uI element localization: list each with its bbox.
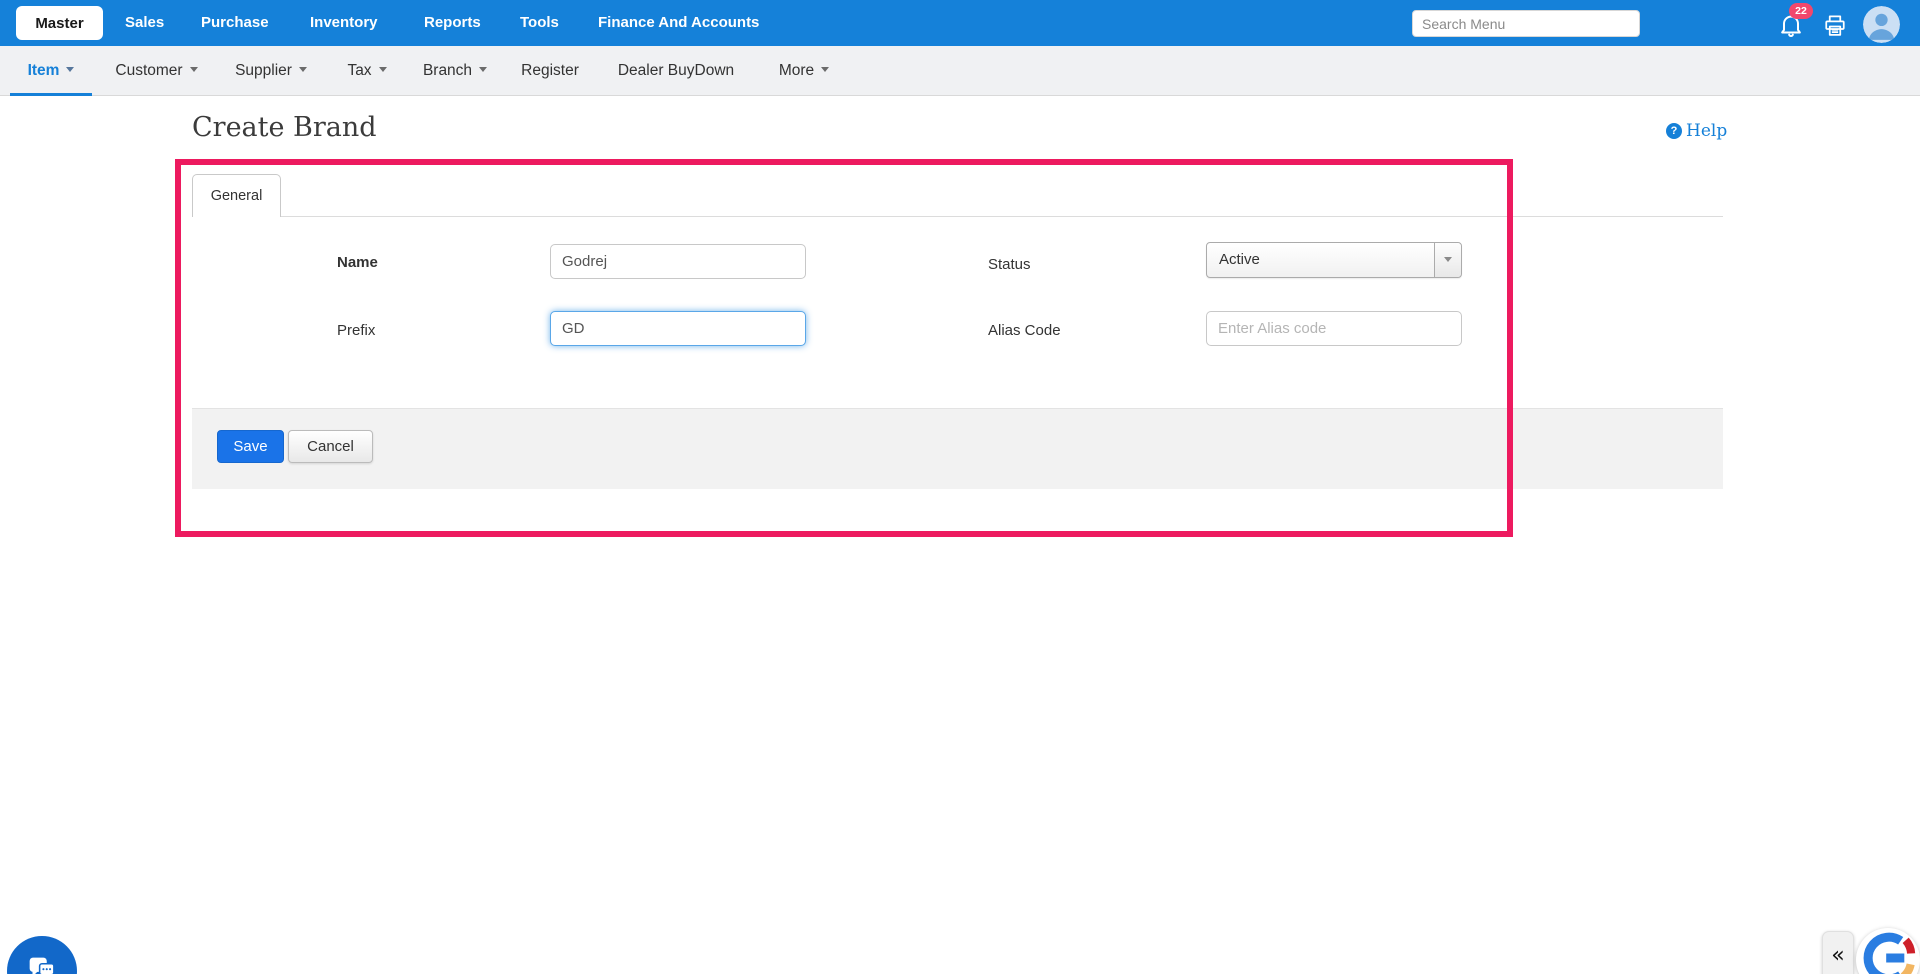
prefix-label: Prefix xyxy=(337,322,376,339)
chevron-down-icon xyxy=(66,67,75,73)
topnav-item-finance-and-accounts[interactable]: Finance And Accounts xyxy=(598,0,759,46)
tab-general[interactable]: General xyxy=(192,174,281,217)
topnav-item-purchase[interactable]: Purchase xyxy=(201,0,269,46)
tab-strip-divider xyxy=(192,216,1723,217)
question-circle-icon: ? xyxy=(1666,123,1682,139)
user-avatar[interactable] xyxy=(1863,6,1900,43)
cancel-button[interactable]: Cancel xyxy=(288,430,373,463)
save-button[interactable]: Save xyxy=(217,430,284,463)
subnav-item-dealer-buydown[interactable]: Dealer BuyDown xyxy=(608,46,744,96)
print-button[interactable] xyxy=(1820,12,1850,42)
subnav-item-more[interactable]: More xyxy=(768,46,840,96)
topnav-item-tools[interactable]: Tools xyxy=(520,0,559,46)
status-label: Status xyxy=(988,256,1031,273)
brand-logo-button[interactable] xyxy=(1856,928,1920,974)
topnav-item-master[interactable]: Master xyxy=(16,6,103,40)
subnav-item-customer[interactable]: Customer xyxy=(105,46,208,96)
help-label: Help xyxy=(1686,121,1728,141)
subnav-item-label: Tax xyxy=(347,62,372,79)
printer-icon xyxy=(1821,15,1849,43)
page-title: Create Brand xyxy=(192,112,377,143)
chat-widget-button[interactable] xyxy=(7,936,77,974)
subnav-item-label: Supplier xyxy=(235,62,292,79)
subnav-item-tax[interactable]: Tax xyxy=(336,46,398,96)
chevron-down-icon xyxy=(479,67,488,73)
topnav-item-reports[interactable]: Reports xyxy=(424,0,481,46)
subnav-item-item[interactable]: Item xyxy=(10,46,92,96)
chat-bubbles-icon xyxy=(23,950,61,974)
chevron-down-icon xyxy=(189,67,198,73)
alias-code-field[interactable] xyxy=(1206,311,1462,346)
subnav-item-register[interactable]: Register xyxy=(514,46,586,96)
subnav-item-supplier[interactable]: Supplier xyxy=(222,46,320,96)
status-select[interactable]: Active xyxy=(1206,242,1462,278)
alias-code-label: Alias Code xyxy=(988,322,1061,339)
topnav-item-inventory[interactable]: Inventory xyxy=(310,0,378,46)
subnav-item-label: Register xyxy=(521,62,579,79)
module-navigation-bar: Item Customer Supplier Tax Branch Regist… xyxy=(0,46,1920,96)
prefix-field[interactable] xyxy=(550,311,806,346)
name-field[interactable] xyxy=(550,244,806,279)
app-screen: Master Sales Purchase Inventory Reports … xyxy=(0,0,1920,974)
chevron-down-icon xyxy=(298,67,307,73)
subnav-item-label: Item xyxy=(27,62,60,79)
notification-count-badge: 22 xyxy=(1789,3,1813,19)
name-label: Name xyxy=(337,254,378,271)
brand-logo-icon xyxy=(1859,929,1917,974)
help-link[interactable]: ? Help xyxy=(1666,121,1727,141)
chevron-down-icon xyxy=(1444,257,1452,262)
form-footer xyxy=(192,408,1723,489)
bell-icon xyxy=(1777,15,1805,42)
search-input[interactable] xyxy=(1412,10,1640,37)
subnav-item-label: More xyxy=(778,62,815,79)
topnav-item-sales[interactable]: Sales xyxy=(125,0,164,46)
status-selected-value: Active xyxy=(1219,251,1260,268)
subnav-item-label: Branch xyxy=(422,62,473,79)
collapse-widget-button[interactable]: « xyxy=(1822,931,1854,974)
subnav-item-label: Customer xyxy=(115,62,183,79)
subnav-item-label: Dealer BuyDown xyxy=(617,62,735,79)
select-dropdown-button[interactable] xyxy=(1434,243,1461,277)
chevron-down-icon xyxy=(378,67,387,73)
subnav-item-branch[interactable]: Branch xyxy=(410,46,500,96)
chevron-down-icon xyxy=(821,67,830,73)
top-navigation-bar: Master Sales Purchase Inventory Reports … xyxy=(0,0,1920,46)
